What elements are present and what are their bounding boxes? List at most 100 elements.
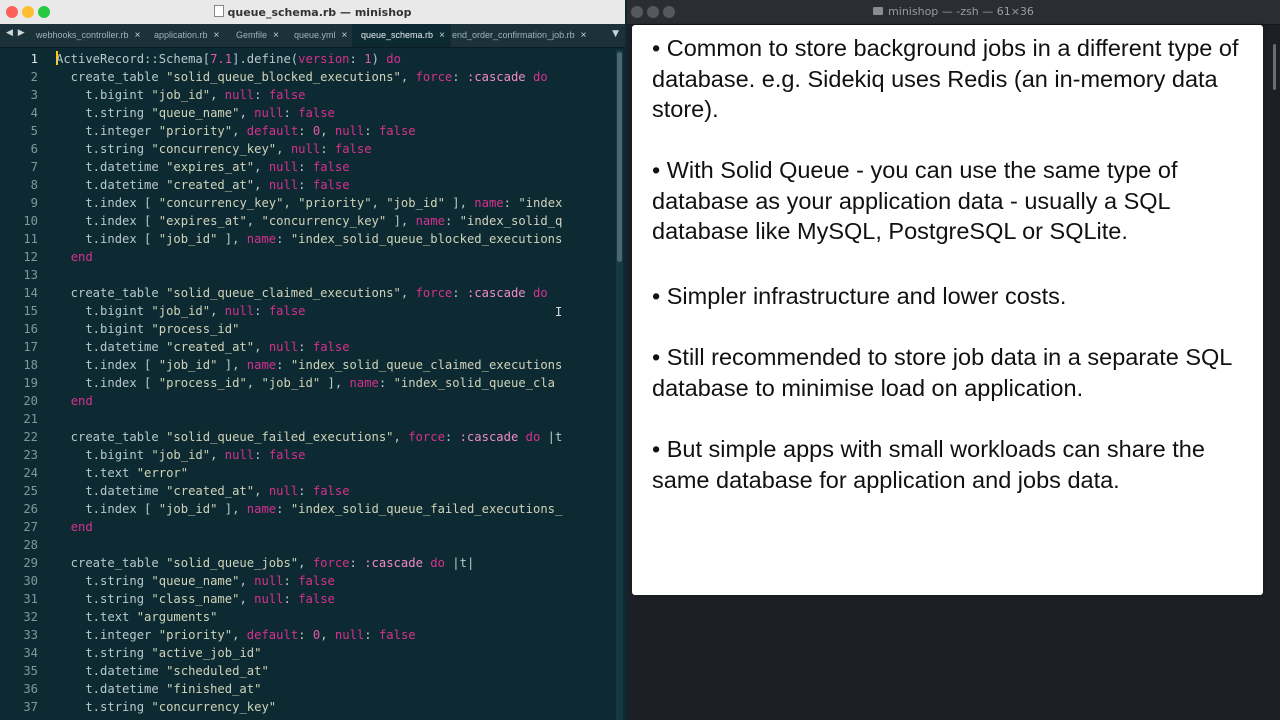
tab-webhooks-controller[interactable]: webhooks_controller.rb × xyxy=(26,24,161,47)
line-number: 37 xyxy=(23,700,38,714)
line-number: 26 xyxy=(23,502,38,516)
line-number: 19 xyxy=(23,376,38,390)
code-line[interactable]: 15 t.bigint "job_id", null: false xyxy=(0,302,614,320)
tab-application[interactable]: application.rb × xyxy=(144,24,236,47)
code-line[interactable]: 21 xyxy=(0,410,614,428)
close-tab-icon[interactable]: × xyxy=(214,30,220,41)
line-number: 28 xyxy=(23,538,38,552)
code-line[interactable]: 16 t.bigint "process_id" xyxy=(0,320,614,338)
code-line[interactable]: 31 t.string "class_name", null: false xyxy=(0,590,614,608)
close-tab-icon[interactable]: × xyxy=(342,30,348,41)
code-text: t.datetime "finished_at" xyxy=(56,682,262,696)
code-line[interactable]: 36 t.datetime "finished_at" xyxy=(0,680,614,698)
code-line[interactable]: 2 create_table "solid_queue_blocked_exec… xyxy=(0,68,614,86)
terminal-titlebar: minishop — -zsh — 61×36 xyxy=(627,0,1280,25)
code-text: t.index [ "job_id" ], name: "index_solid… xyxy=(56,232,563,246)
slide-bullet: • But simple apps with small workloads c… xyxy=(652,436,1205,493)
line-number: 34 xyxy=(23,646,38,660)
code-line[interactable]: 33 t.integer "priority", default: 0, nul… xyxy=(0,626,614,644)
code-line[interactable]: 7 t.datetime "expires_at", null: false xyxy=(0,158,614,176)
code-line[interactable]: 10 t.index [ "expires_at", "concurrency_… xyxy=(0,212,614,230)
slide-bullet: • With Solid Queue - you can use the sam… xyxy=(652,157,1178,244)
code-line[interactable]: 32 t.text "arguments" xyxy=(0,608,614,626)
code-text: t.string "class_name", null: false xyxy=(56,592,335,606)
code-line[interactable]: 4 t.string "queue_name", null: false xyxy=(0,104,614,122)
code-line[interactable]: 19 t.index [ "process_id", "job_id" ], n… xyxy=(0,374,614,392)
line-number: 22 xyxy=(23,430,38,444)
code-text: t.index [ "job_id" ], name: "index_solid… xyxy=(56,358,563,372)
code-line[interactable]: 17 t.datetime "created_at", null: false xyxy=(0,338,614,356)
code-text: t.index [ "job_id" ], name: "index_solid… xyxy=(56,502,563,516)
editor-window-title: queue_schema.rb — minishop xyxy=(0,5,625,19)
code-text: t.string "concurrency_key" xyxy=(56,700,277,714)
line-number: 32 xyxy=(23,610,38,624)
terminal-scrollbar[interactable] xyxy=(1273,44,1276,90)
code-line[interactable]: 24 t.text "error" xyxy=(0,464,614,482)
tab-queue-schema[interactable]: queue_schema.rb × xyxy=(352,24,451,47)
line-number: 9 xyxy=(30,196,38,210)
code-text: t.bigint "process_id" xyxy=(56,322,240,336)
code-line[interactable]: 26 t.index [ "job_id" ], name: "index_so… xyxy=(0,500,614,518)
code-text: create_table "solid_queue_blocked_execut… xyxy=(56,70,548,84)
close-tab-icon[interactable]: × xyxy=(581,30,587,41)
line-number: 17 xyxy=(23,340,38,354)
code-text: t.string "queue_name", null: false xyxy=(56,574,335,588)
code-line[interactable]: 9 t.index [ "concurrency_key", "priority… xyxy=(0,194,614,212)
code-line[interactable]: 1 ActiveRecord::Schema[7.1].define(versio… xyxy=(0,50,614,68)
code-line[interactable]: 23 t.bigint "job_id", null: false xyxy=(0,446,614,464)
code-line[interactable]: 29 create_table "solid_queue_jobs", forc… xyxy=(0,554,614,572)
code-line[interactable]: 8 t.datetime "created_at", null: false xyxy=(0,176,614,194)
code-line[interactable]: 18 t.index [ "job_id" ], name: "index_so… xyxy=(0,356,614,374)
tab-overflow-icon[interactable]: ▼ xyxy=(612,29,619,39)
code-line[interactable]: 14 create_table "solid_queue_claimed_exe… xyxy=(0,284,614,302)
line-number: 20 xyxy=(23,394,38,408)
code-text: t.bigint "job_id", null: false xyxy=(56,304,306,318)
line-number: 16 xyxy=(23,322,38,336)
code-text: t.datetime "scheduled_at" xyxy=(56,664,269,678)
code-text: t.string "queue_name", null: false xyxy=(56,106,335,120)
code-text: end xyxy=(70,250,93,264)
close-tab-icon[interactable]: × xyxy=(135,30,141,41)
code-line[interactable]: 35 t.datetime "scheduled_at" xyxy=(0,662,614,680)
line-number: 6 xyxy=(30,142,38,156)
code-text: t.bigint "job_id", null: false xyxy=(56,448,306,462)
code-line[interactable]: 28 xyxy=(0,536,614,554)
slide-bullet: • Common to store background jobs in a d… xyxy=(652,35,1239,122)
line-number: 30 xyxy=(23,574,38,588)
code-area[interactable]: 1 ActiveRecord::Schema[7.1].define(versio… xyxy=(0,50,614,720)
line-number: 11 xyxy=(23,232,38,246)
editor-scrollbar-thumb[interactable] xyxy=(617,52,622,262)
line-number: 35 xyxy=(23,664,38,678)
code-line[interactable]: 37 t.string "concurrency_key" xyxy=(0,698,614,716)
code-text: t.index [ "expires_at", "concurrency_key… xyxy=(56,214,563,228)
slide-bullet: • Still recommended to store job data in… xyxy=(652,344,1232,401)
close-tab-icon[interactable]: × xyxy=(439,30,445,41)
code-text: t.text "arguments" xyxy=(56,610,218,624)
tab-order-confirmation-job[interactable]: end_order_confirmation_job.rb × xyxy=(452,24,602,47)
line-number: 7 xyxy=(30,160,38,174)
line-number: 10 xyxy=(23,214,38,228)
code-line[interactable]: 13 xyxy=(0,266,614,284)
code-text: t.index [ "concurrency_key", "priority",… xyxy=(56,196,563,210)
code-line[interactable]: 34 t.string "active_job_id" xyxy=(0,644,614,662)
code-line[interactable]: 11 t.index [ "job_id" ], name: "index_so… xyxy=(0,230,614,248)
code-line[interactable]: 5 t.integer "priority", default: 0, null… xyxy=(0,122,614,140)
tab-queue-yml[interactable]: queue.yml × xyxy=(284,24,360,47)
code-text: t.string "concurrency_key", null: false xyxy=(56,142,372,156)
code-line[interactable]: 25 t.datetime "created_at", null: false xyxy=(0,482,614,500)
code-line[interactable]: 22 create_table "solid_queue_failed_exec… xyxy=(0,428,614,446)
tab-navigation-arrows-icon[interactable]: ◀ ▶ xyxy=(6,28,26,38)
code-line[interactable]: 20 end xyxy=(0,392,614,410)
code-line[interactable]: 3 t.bigint "job_id", null: false xyxy=(0,86,614,104)
code-text: t.datetime "created_at", null: false xyxy=(56,484,350,498)
close-tab-icon[interactable]: × xyxy=(273,30,279,41)
line-number: 4 xyxy=(30,106,38,120)
line-number: 31 xyxy=(23,592,38,606)
code-line[interactable]: 27 end xyxy=(0,518,614,536)
code-line[interactable]: 6 t.string "concurrency_key", null: fals… xyxy=(0,140,614,158)
code-line[interactable]: 12 end xyxy=(0,248,614,266)
line-number: 33 xyxy=(23,628,38,642)
code-line[interactable]: 30 t.string "queue_name", null: false xyxy=(0,572,614,590)
line-number: 3 xyxy=(30,88,38,102)
code-text: t.index [ "process_id", "job_id" ], name… xyxy=(56,376,556,390)
